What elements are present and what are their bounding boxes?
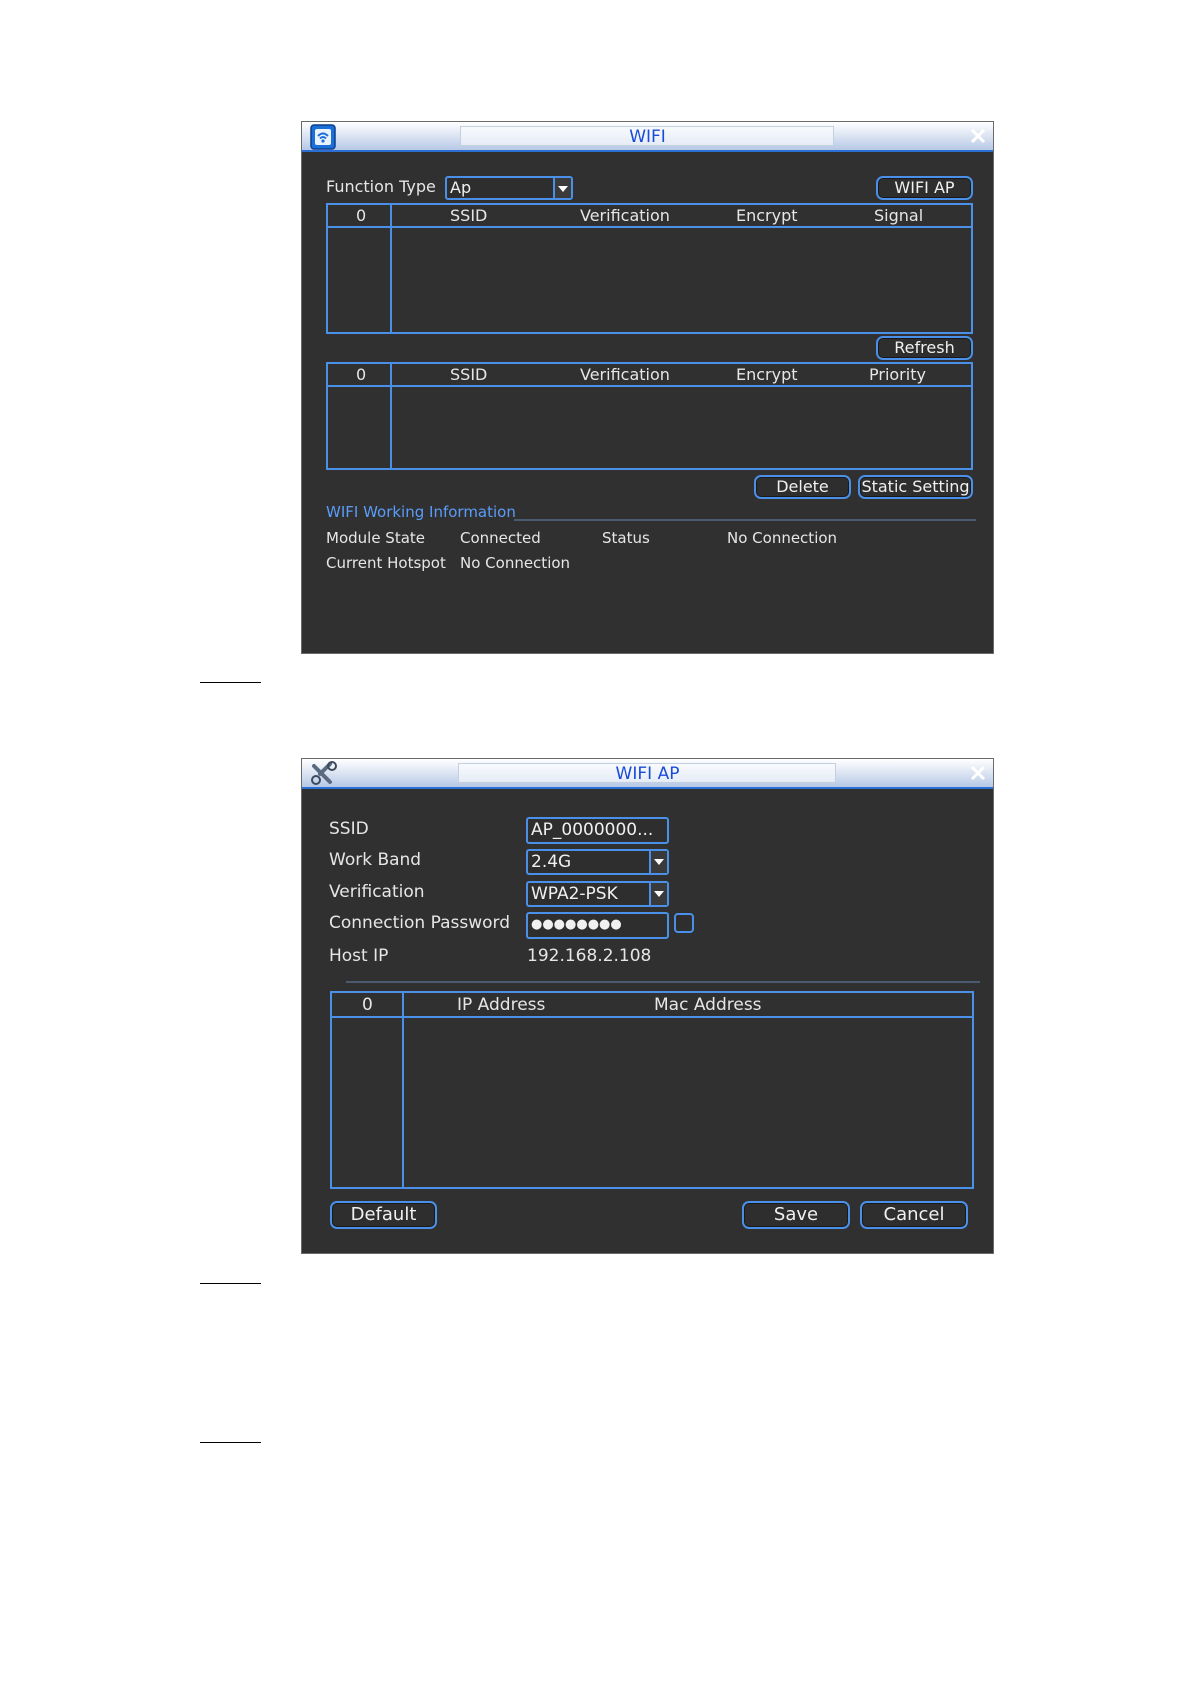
column-header-mac-address: Mac Address bbox=[654, 995, 762, 1015]
function-type-value: Ap bbox=[450, 178, 472, 197]
column-header-index: 0 bbox=[356, 365, 367, 384]
function-type-select[interactable]: Ap bbox=[445, 176, 573, 200]
column-divider bbox=[390, 205, 392, 332]
host-ip-value: 192.168.2.108 bbox=[527, 946, 652, 966]
work-band-select[interactable]: 2.4G bbox=[526, 849, 669, 875]
close-icon[interactable] bbox=[969, 764, 987, 782]
default-button[interactable]: Default bbox=[330, 1201, 437, 1229]
section-divider bbox=[514, 519, 976, 521]
working-info-title: WIFI Working Information bbox=[326, 503, 516, 521]
column-header-signal: Signal bbox=[874, 206, 924, 225]
saved-networks-table[interactable]: 0 SSID Verification Encrypt Priority bbox=[326, 362, 973, 470]
wifi-titlebar: WIFI bbox=[302, 122, 993, 152]
table-header: 0 IP Address Mac Address bbox=[332, 993, 972, 1018]
connected-clients-table[interactable]: 0 IP Address Mac Address bbox=[330, 991, 974, 1189]
close-icon[interactable] bbox=[969, 127, 987, 145]
work-band-value: 2.4G bbox=[531, 852, 572, 872]
column-header-ip-address: IP Address bbox=[457, 995, 546, 1015]
column-header-verification: Verification bbox=[580, 365, 670, 384]
column-header-encrypt: Encrypt bbox=[736, 206, 798, 225]
wifi-ap-button[interactable]: WIFI AP bbox=[876, 176, 973, 200]
static-setting-button[interactable]: Static Setting bbox=[858, 475, 973, 499]
column-header-ssid: SSID bbox=[450, 206, 488, 225]
function-type-label: Function Type bbox=[326, 177, 436, 196]
wifi-ap-window-title: WIFI AP bbox=[615, 764, 680, 784]
work-band-label: Work Band bbox=[329, 850, 422, 870]
module-state-value: Connected bbox=[460, 529, 541, 547]
verification-select[interactable]: WPA2-PSK bbox=[526, 881, 669, 907]
current-hotspot-label: Current Hotspot bbox=[326, 554, 446, 572]
column-header-ssid: SSID bbox=[450, 365, 488, 384]
column-header-index: 0 bbox=[362, 995, 373, 1015]
current-hotspot-value: No Connection bbox=[460, 554, 571, 572]
table-header: 0 SSID Verification Encrypt Signal bbox=[328, 205, 971, 228]
module-state-label: Module State bbox=[326, 529, 426, 547]
refresh-button[interactable]: Refresh bbox=[876, 336, 973, 360]
delete-button[interactable]: Delete bbox=[754, 475, 851, 499]
chevron-down-icon[interactable] bbox=[553, 178, 571, 198]
column-header-verification: Verification bbox=[580, 206, 670, 225]
chevron-down-icon[interactable] bbox=[649, 851, 667, 873]
caption-rule bbox=[200, 1442, 261, 1443]
ssid-input[interactable]: AP_0000000... bbox=[526, 817, 669, 844]
caption-rule bbox=[200, 1283, 261, 1284]
status-label: Status bbox=[602, 529, 650, 547]
save-button[interactable]: Save bbox=[742, 1201, 850, 1229]
show-password-checkbox[interactable] bbox=[674, 913, 694, 933]
status-value: No Connection bbox=[727, 529, 838, 547]
verification-value: WPA2-PSK bbox=[531, 884, 618, 904]
table-header: 0 SSID Verification Encrypt Priority bbox=[328, 364, 971, 387]
host-ip-label: Host IP bbox=[329, 946, 389, 966]
column-divider bbox=[402, 993, 404, 1187]
section-divider bbox=[346, 981, 980, 983]
caption-rule bbox=[200, 682, 261, 683]
column-header-encrypt: Encrypt bbox=[736, 365, 798, 384]
column-header-index: 0 bbox=[356, 206, 367, 225]
scan-results-table[interactable]: 0 SSID Verification Encrypt Signal bbox=[326, 203, 973, 334]
column-header-priority: Priority bbox=[869, 365, 926, 384]
column-divider bbox=[390, 364, 392, 468]
verification-label: Verification bbox=[329, 882, 425, 902]
ssid-label: SSID bbox=[329, 819, 369, 839]
wifi-window-title: WIFI bbox=[629, 127, 666, 147]
wifi-ap-titlebar: WIFI AP bbox=[302, 759, 993, 789]
password-input[interactable]: ●●●●●●●● bbox=[526, 912, 669, 939]
password-label: Connection Password bbox=[329, 913, 510, 933]
wifi-window: WIFI Function Type Ap WIFI AP 0 SSID Ver… bbox=[301, 121, 994, 654]
cancel-button[interactable]: Cancel bbox=[860, 1201, 968, 1229]
chevron-down-icon[interactable] bbox=[649, 883, 667, 905]
wifi-ap-window: WIFI AP SSID AP_0000000... Work Band 2.4… bbox=[301, 758, 994, 1254]
